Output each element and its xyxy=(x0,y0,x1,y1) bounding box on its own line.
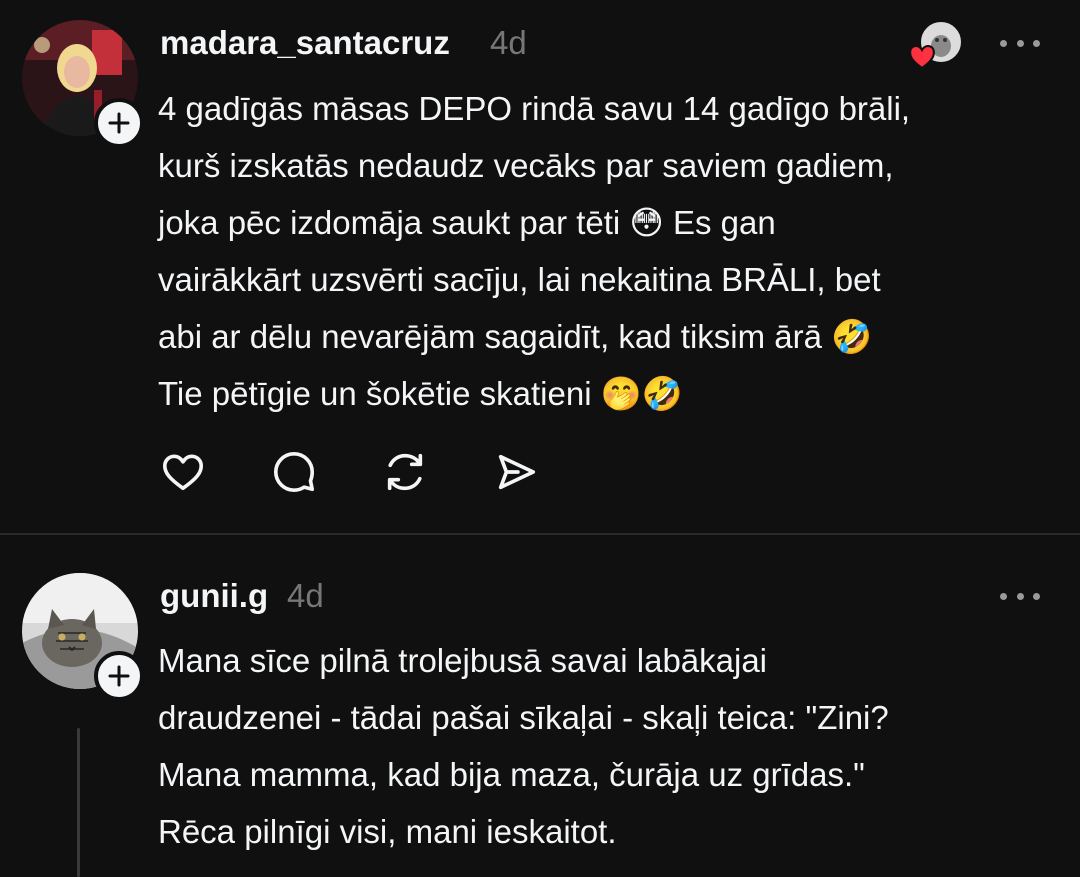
post-text-line: abi ar dēlu nevarējām sagaidīt, kad tiks… xyxy=(158,318,873,355)
more-options-button[interactable] xyxy=(1000,33,1040,53)
reply-button[interactable] xyxy=(271,449,317,495)
post-text-line: Rēca pilnīgi visi, mani ieskaitot. xyxy=(158,813,617,850)
more-dot xyxy=(1033,39,1040,47)
repost-icon xyxy=(387,453,423,491)
post-body: 4 gadīgās māsas DEPO rindā savu 14 gadīg… xyxy=(158,80,910,422)
share-icon xyxy=(498,454,536,490)
thread-connector-line xyxy=(77,728,80,877)
share-button[interactable] xyxy=(493,449,539,495)
more-dot xyxy=(1016,592,1024,600)
more-dot xyxy=(1016,39,1024,47)
post-time: 4d xyxy=(490,24,527,61)
post-text-line: draudzenei - tādai pašai sīkaļai - skaļi… xyxy=(158,699,889,736)
heart-icon xyxy=(162,454,204,491)
plus-icon xyxy=(108,112,130,134)
author-liked-heart-icon xyxy=(909,20,963,70)
post-text-line: joka pēc izdomāja saukt par tēti 😳 Es ga… xyxy=(158,204,776,241)
post-text-line: vairākkārt uzsvērti sacīju, lai nekaitin… xyxy=(158,261,881,298)
like-button[interactable] xyxy=(160,449,206,495)
post-text-line: kurš izskatās nedaudz vecāks par saviem … xyxy=(158,147,894,184)
follow-button[interactable] xyxy=(94,651,144,701)
post-text-line: 4 gadīgās māsas DEPO rindā savu 14 gadīg… xyxy=(158,90,911,127)
thread-post: madara_santacruz 4d 4 gadīgās māsas DEPO… xyxy=(0,0,1080,533)
repost-button[interactable] xyxy=(382,449,428,495)
post-actions xyxy=(160,449,604,495)
follow-button[interactable] xyxy=(94,98,144,148)
post-body: Mana sīce pilnā trolejbusā savai labākaj… xyxy=(158,632,889,860)
liked-by-author-avatar[interactable] xyxy=(905,18,963,72)
post-time: 4d xyxy=(287,577,324,614)
comment-icon xyxy=(273,451,315,493)
more-dot xyxy=(1033,592,1040,600)
post-text-line: Mana sīce pilnā trolejbusā savai labākaj… xyxy=(158,642,768,679)
more-dot xyxy=(1000,592,1007,600)
post-text-line: Mana mamma, kad bija maza, čurāja uz grī… xyxy=(158,756,865,793)
plus-icon xyxy=(108,665,130,687)
username[interactable]: gunii.g xyxy=(160,577,268,615)
more-dot xyxy=(1000,39,1007,47)
post-text-line: Tie pētīgie un šokētie skatieni 🤭🤣 xyxy=(158,375,683,412)
username[interactable]: madara_santacruz xyxy=(160,24,450,62)
more-options-button[interactable] xyxy=(1000,586,1040,606)
